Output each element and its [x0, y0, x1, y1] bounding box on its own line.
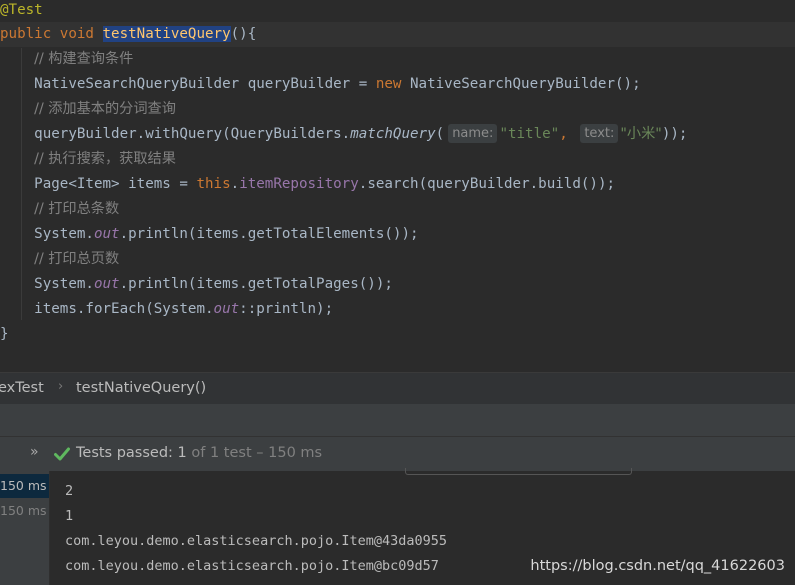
tree-item-duration: 150 ms	[0, 503, 47, 518]
watermark: https://blog.csdn.net/qq_41622603	[530, 558, 785, 574]
param-hint-text: text:	[580, 124, 619, 143]
code-line-comment-1: // 构建查询条件	[0, 47, 795, 72]
chevron-right-icon: ›	[58, 379, 64, 394]
test-results-tree: 150 ms 150 ms	[0, 471, 50, 585]
tree-item[interactable]: 150 ms	[0, 499, 49, 523]
code-line-comment-3: // 执行搜索，获取结果	[0, 147, 795, 172]
console-line: 1	[65, 508, 74, 524]
code-line-with-query: queryBuilder.withQuery(QueryBuilders.mat…	[0, 124, 688, 143]
keyword-new: new	[375, 76, 402, 92]
code-line-total-pages: System.out.println(items.getTotalPages()…	[0, 276, 393, 292]
string-xiaomi: "小米"	[620, 126, 662, 142]
comment-add-query: // 添加基本的分词查询	[34, 101, 176, 117]
console-line: com.leyou.demo.elasticsearch.pojo.Item@b…	[65, 558, 439, 574]
keyword-this: this	[196, 176, 231, 192]
console-line: com.leyou.demo.elasticsearch.pojo.Item@4…	[65, 533, 448, 549]
comment-print-total-pages: // 打印总页数	[34, 251, 120, 267]
test-status-bar: » Tests passed: 1 of 1 test – 150 ms	[0, 436, 795, 472]
check-icon	[54, 447, 70, 461]
expand-icon[interactable]: »	[30, 444, 39, 460]
console-line: 2	[65, 483, 74, 499]
method-name[interactable]: testNativeQuery	[102, 26, 231, 42]
breadcrumb: exTest › testNativeQuery()	[0, 372, 795, 405]
comment-build-query: // 构建查询条件	[34, 51, 134, 67]
test-summary: of 1 test – 150 ms	[186, 445, 323, 461]
breadcrumb-class[interactable]: exTest	[0, 380, 44, 396]
comment-print-total-count: // 打印总条数	[34, 201, 120, 217]
method-modifiers: public void	[0, 26, 103, 42]
code-line-total-elements: System.out.println(items.getTotalElement…	[0, 226, 419, 242]
test-annotation: @Test	[0, 2, 43, 18]
field-item-repository: itemRepository	[239, 176, 359, 192]
code-line-search: Page<Item> items = this.itemRepository.s…	[0, 176, 616, 192]
console-clipped-line	[405, 468, 632, 475]
param-hint-name: name:	[448, 124, 498, 143]
tree-item[interactable]: 150 ms	[0, 474, 49, 498]
tree-item-duration: 150 ms	[0, 478, 47, 493]
passed-count: 1	[177, 445, 187, 461]
code-line-signature: public void testNativeQuery(){	[0, 22, 795, 47]
code-line-comment-4: // 打印总条数	[0, 197, 795, 222]
match-query-method: matchQuery	[350, 126, 436, 142]
code-line-closing-brace: }	[0, 326, 9, 342]
test-status-text: Tests passed: 1 of 1 test – 150 ms	[76, 445, 323, 461]
string-title: "title"	[499, 126, 560, 142]
code-line-comment-5: // 打印总页数	[0, 247, 795, 272]
breadcrumb-method[interactable]: testNativeQuery()	[76, 380, 206, 396]
code-line-builder: NativeSearchQueryBuilder queryBuilder = …	[0, 76, 641, 92]
code-line-foreach: items.forEach(System.out::println);	[0, 301, 334, 317]
run-panel-toolbar	[0, 404, 795, 436]
code-line-comment-2: // 添加基本的分词查询	[0, 97, 795, 122]
method-params: (){	[230, 26, 257, 42]
code-line-annotation: @Test	[0, 0, 795, 23]
comment-run-search: // 执行搜索，获取结果	[34, 151, 176, 167]
code-editor[interactable]: @Test public void testNativeQuery(){ // …	[0, 0, 795, 372]
